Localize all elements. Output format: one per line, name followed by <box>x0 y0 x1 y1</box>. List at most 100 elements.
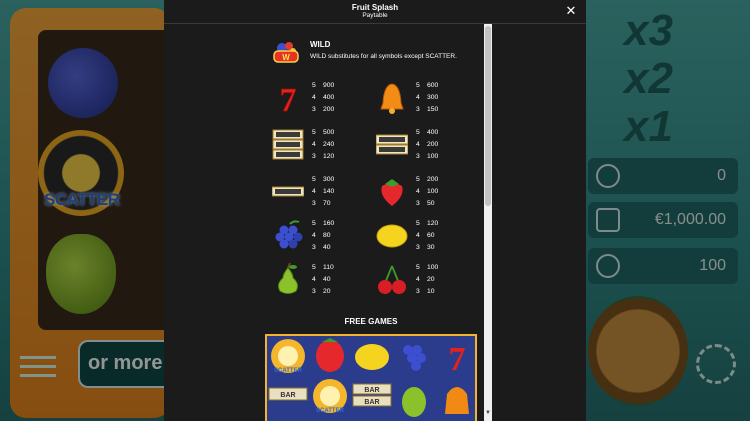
fg-bar-label-3: BAR <box>364 399 379 406</box>
symbol-count: 3 <box>416 244 420 251</box>
seven-icon: 7 <box>279 82 297 114</box>
payout-amount: 60 <box>427 232 435 239</box>
payout-amount: 300 <box>323 176 335 183</box>
payout-line: 5 600 <box>416 80 438 92</box>
symbol-count: 3 <box>416 106 420 113</box>
lemon-icon <box>376 224 408 248</box>
payout-line: 5 500 <box>312 127 334 139</box>
symbol-count: 3 <box>312 106 316 113</box>
payout-line: 4 400 <box>312 92 334 104</box>
payout-amount: 140 <box>323 188 335 195</box>
paytable-entry: 5 120 4 60 3 30 <box>376 218 506 254</box>
payout-line: 3 20 <box>312 286 334 298</box>
symbol-count: 3 <box>416 288 420 295</box>
payout-amount: 300 <box>427 94 439 101</box>
scroll-down-arrow[interactable]: ▼ <box>484 410 492 420</box>
symbol-count: 5 <box>312 82 316 89</box>
free-games-reels-illustration: SCATTER 7 BAR SCATTER BAR BAR <box>267 336 475 421</box>
payout-line: 4 200 <box>416 139 438 151</box>
payout-line: 3 200 <box>312 104 334 116</box>
payout-line: 4 20 <box>416 274 438 286</box>
symbol-count: 5 <box>416 82 420 89</box>
payout-amount: 50 <box>427 200 435 207</box>
single-bar-icon <box>272 186 304 197</box>
symbol-count: 4 <box>312 232 316 239</box>
wild-icon: W <box>273 42 299 63</box>
payout-amount: 120 <box>427 220 439 227</box>
payout-amount: 500 <box>323 129 335 136</box>
strawberry-icon <box>381 179 403 206</box>
payout-line: 3 50 <box>416 198 438 210</box>
payout-amount: 100 <box>427 153 439 160</box>
payout-amount: 10 <box>427 288 435 295</box>
paytable-entry: 5 600 4 300 3 150 <box>376 80 506 116</box>
payout-line: 4 140 <box>312 186 334 198</box>
payout-line: 4 80 <box>312 230 334 242</box>
payout-amount: 40 <box>323 276 331 283</box>
payout-amount: 70 <box>323 200 331 207</box>
payout-values: 5 160 4 80 3 40 <box>312 218 334 254</box>
payout-values: 5 400 4 200 3 100 <box>416 127 438 163</box>
wild-description: WILD substitutes for all symbols except … <box>310 53 457 60</box>
symbol-count: 3 <box>312 288 316 295</box>
payout-line: 4 40 <box>312 274 334 286</box>
payout-line: 3 10 <box>416 286 438 298</box>
payout-values: 5 120 4 60 3 30 <box>416 218 438 254</box>
payout-line: 5 110 <box>312 262 334 274</box>
payout-values: 5 300 4 140 3 70 <box>312 174 334 210</box>
paytable-entry: 5 100 4 20 3 10 <box>376 262 506 298</box>
symbol-count: 4 <box>416 141 420 148</box>
payout-amount: 200 <box>427 141 439 148</box>
fg-scatter-label-1: SCATTER <box>274 368 303 374</box>
fg-bar-label-1: BAR <box>280 392 295 399</box>
payout-amount: 900 <box>323 82 335 89</box>
double-bar-icon <box>376 134 408 155</box>
payout-line: 4 60 <box>416 230 438 242</box>
modal-title: Fruit Splash <box>351 3 399 12</box>
payout-amount: 400 <box>427 129 439 136</box>
fg-scatter-label-2: SCATTER <box>316 408 345 414</box>
fg-bar-label-2: BAR <box>364 387 379 394</box>
payout-amount: 30 <box>427 244 435 251</box>
bell-icon <box>380 83 404 114</box>
symbol-count: 4 <box>416 94 420 101</box>
symbol-count: 5 <box>312 176 316 183</box>
paytable-entry: 5 400 4 200 3 100 <box>376 127 506 163</box>
payout-line: 5 120 <box>416 218 438 230</box>
payout-amount: 100 <box>427 188 439 195</box>
payout-amount: 600 <box>427 82 439 89</box>
grapes-icon <box>275 220 303 249</box>
symbol-count: 5 <box>312 264 316 271</box>
payout-line: 5 300 <box>312 174 334 186</box>
payout-values: 5 200 4 100 3 50 <box>416 174 438 210</box>
payout-amount: 20 <box>427 276 435 283</box>
payout-line: 5 900 <box>312 80 334 92</box>
payout-line: 5 400 <box>416 127 438 139</box>
symbol-count: 4 <box>416 276 420 283</box>
payout-values: 5 600 4 300 3 150 <box>416 80 438 116</box>
payout-line: 3 40 <box>312 242 334 254</box>
payout-line: 4 100 <box>416 186 438 198</box>
payout-amount: 200 <box>427 176 439 183</box>
wild-info: W WILD WILD substitutes for all symbols … <box>272 36 482 66</box>
symbol-count: 4 <box>416 188 420 195</box>
payout-line: 5 200 <box>416 174 438 186</box>
close-button[interactable]: ✕ <box>563 3 579 19</box>
symbol-count: 4 <box>312 188 316 195</box>
symbol-count: 3 <box>312 200 316 207</box>
payout-line: 3 120 <box>312 151 334 163</box>
svg-text:W: W <box>282 53 290 62</box>
symbol-count: 4 <box>312 141 316 148</box>
payout-amount: 40 <box>323 244 331 251</box>
pear-icon <box>278 262 298 294</box>
payout-amount: 400 <box>323 94 335 101</box>
svg-text:7: 7 <box>280 82 297 114</box>
paytable-modal: Fruit Splash Paytable ✕ ▼ W WILD WILD su… <box>164 0 586 421</box>
free-games-example-image: SCATTER 7 BAR SCATTER BAR BAR <box>265 334 477 421</box>
symbol-count: 5 <box>416 220 420 227</box>
modal-header: Fruit Splash Paytable ✕ <box>164 0 586 24</box>
payout-amount: 240 <box>323 141 335 148</box>
payout-line: 5 160 <box>312 218 334 230</box>
payout-line: 3 70 <box>312 198 334 210</box>
payout-amount: 200 <box>323 106 335 113</box>
